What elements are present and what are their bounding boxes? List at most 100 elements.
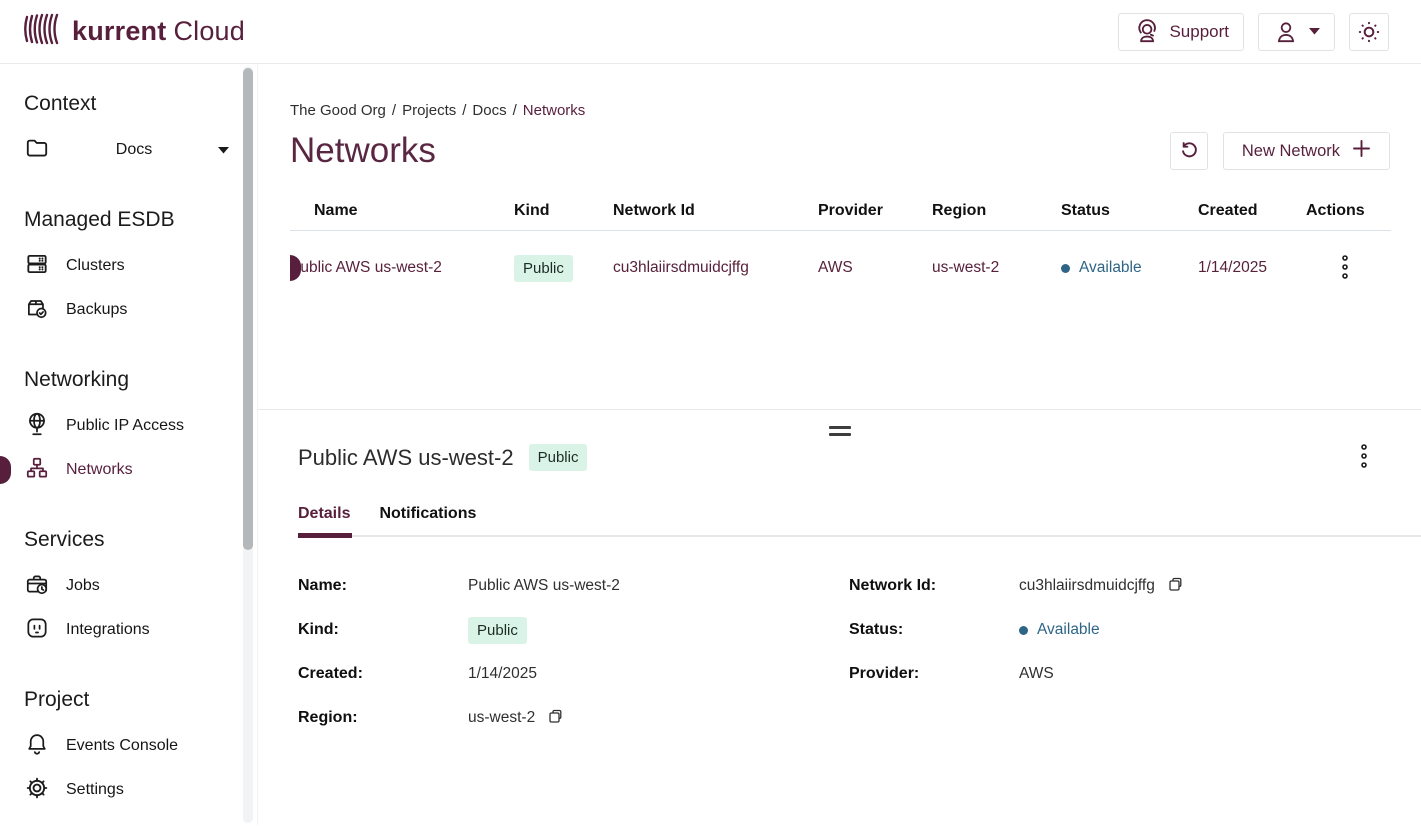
sidebar-item-settings[interactable]: Settings xyxy=(24,768,257,812)
refresh-icon xyxy=(1178,139,1200,164)
sidebar-item-label: Settings xyxy=(66,781,124,799)
context-selected-value: Docs xyxy=(50,141,218,159)
network-detail-panel: Public AWS us-west-2 Public Details Noti… xyxy=(258,410,1421,825)
context-selector[interactable]: Docs xyxy=(24,128,257,172)
copy-network-id-button[interactable] xyxy=(1165,574,1186,598)
user-icon xyxy=(1273,19,1299,45)
chevron-down-icon xyxy=(1309,28,1320,35)
column-header-status: Status xyxy=(1061,202,1198,220)
folder-icon xyxy=(24,135,50,166)
sidebar-item-label: Clusters xyxy=(66,257,125,275)
status-dot-icon xyxy=(1019,626,1028,635)
sidebar-item-label: Public IP Access xyxy=(66,417,184,435)
cell-region: us-west-2 xyxy=(932,259,1061,277)
field-label-kind: Kind: xyxy=(298,615,468,645)
column-header-network-id: Network Id xyxy=(613,202,818,220)
backups-icon xyxy=(24,295,50,326)
breadcrumb-project-link[interactable]: Docs xyxy=(472,102,506,119)
sidebar-item-backups[interactable]: Backups xyxy=(24,288,257,332)
globe-icon xyxy=(24,411,50,442)
logo-stripes-icon xyxy=(24,11,62,52)
panel-resize-handle[interactable] xyxy=(825,422,855,440)
headset-person-icon xyxy=(1133,19,1159,45)
kebab-vertical-icon xyxy=(1340,254,1350,283)
sidebar-item-label: Integrations xyxy=(66,621,150,639)
refresh-button[interactable] xyxy=(1170,132,1208,170)
sidebar-item-label: Jobs xyxy=(66,577,100,595)
sidebar-item-label: Networks xyxy=(66,461,133,479)
detail-tabs: Details Notifications xyxy=(298,505,1421,537)
breadcrumb: The Good Org/Projects/Docs/Networks xyxy=(290,102,1421,119)
status-badge: Available xyxy=(1061,259,1198,277)
support-button[interactable]: Support xyxy=(1118,13,1244,51)
tab-notifications[interactable]: Notifications xyxy=(379,505,476,523)
copy-icon xyxy=(1167,576,1184,596)
field-label-region: Region: xyxy=(298,703,468,733)
active-item-indicator xyxy=(0,456,11,484)
sidebar-item-events-console[interactable]: Events Console xyxy=(24,724,257,768)
column-header-kind: Kind xyxy=(514,202,613,220)
copy-region-button[interactable] xyxy=(545,706,566,730)
breadcrumb-projects-link[interactable]: Projects xyxy=(402,102,456,119)
breadcrumb-separator: / xyxy=(513,102,517,119)
sidebar-heading-context: Context xyxy=(24,92,257,116)
field-value-region: us-west-2 xyxy=(468,703,849,733)
sidebar-heading-services: Services xyxy=(24,528,257,552)
new-network-label: New Network xyxy=(1242,142,1340,161)
field-value-network-id: cu3hlaiirsdmuidcjffg xyxy=(1019,571,1421,601)
logo-wordmark: kurrentCloud xyxy=(72,16,245,47)
detail-fields: Name: Public AWS us-west-2 Network Id: c… xyxy=(298,571,1421,733)
row-actions-kebab-button[interactable] xyxy=(1336,250,1354,287)
breadcrumb-org-link[interactable]: The Good Org xyxy=(290,102,386,119)
page-title: Networks xyxy=(290,131,436,171)
clusters-icon xyxy=(24,251,50,282)
active-tab-indicator xyxy=(298,533,352,538)
gear-icon xyxy=(24,775,50,806)
sidebar-section-services: Services Jobs xyxy=(24,528,257,652)
sidebar-item-jobs[interactable]: Jobs xyxy=(24,564,257,608)
outlet-icon xyxy=(24,615,50,646)
column-header-actions: Actions xyxy=(1306,202,1391,220)
new-network-button[interactable]: New Network xyxy=(1223,132,1390,170)
sidebar-item-networks[interactable]: Networks xyxy=(24,448,257,492)
sidebar-item-clusters[interactable]: Clusters xyxy=(24,244,257,288)
main-content: The Good Org/Projects/Docs/Networks Netw… xyxy=(258,64,1421,825)
sitemap-icon xyxy=(24,455,50,486)
field-status-badge: Available xyxy=(1019,621,1100,639)
networks-list-section: The Good Org/Projects/Docs/Networks Netw… xyxy=(258,64,1421,410)
field-kind-badge: Public xyxy=(468,617,527,644)
briefcase-clock-icon xyxy=(24,571,50,602)
sidebar-section-managed-esdb: Managed ESDB Clusters xyxy=(24,208,257,332)
sidebar-item-integrations[interactable]: Integrations xyxy=(24,608,257,652)
field-label-status: Status: xyxy=(849,615,1019,645)
column-header-provider: Provider xyxy=(818,202,932,220)
field-label-provider: Provider: xyxy=(849,659,1019,689)
sidebar-scrollbar-thumb[interactable] xyxy=(243,68,253,550)
user-menu-button[interactable] xyxy=(1258,13,1335,51)
detail-actions-kebab-button[interactable] xyxy=(1355,439,1373,476)
tab-details[interactable]: Details xyxy=(298,505,350,523)
table-header-row: Name Kind Network Id Provider Region Sta… xyxy=(290,191,1391,231)
theme-toggle-button[interactable] xyxy=(1349,13,1389,51)
cell-provider: AWS xyxy=(818,259,932,277)
breadcrumb-separator: / xyxy=(392,102,396,119)
kind-badge: Public xyxy=(514,255,573,282)
cell-network-id: cu3hlaiirsdmuidcjffg xyxy=(613,259,818,277)
status-dot-icon xyxy=(1061,264,1070,273)
field-label-created: Created: xyxy=(298,659,468,689)
sun-icon xyxy=(1356,19,1382,45)
sidebar-heading-managed-esdb: Managed ESDB xyxy=(24,208,257,232)
cell-created: 1/14/2025 xyxy=(1198,259,1306,277)
sidebar-item-label: Backups xyxy=(66,301,127,319)
detail-title: Public AWS us-west-2 xyxy=(298,445,514,471)
sidebar-heading-networking: Networking xyxy=(24,368,257,392)
field-value-name: Public AWS us-west-2 xyxy=(468,571,849,601)
copy-icon xyxy=(547,708,564,728)
column-header-region: Region xyxy=(932,202,1061,220)
table-row[interactable]: Public AWS us-west-2 Public cu3hlaiirsdm… xyxy=(290,231,1391,305)
sidebar-item-public-ip-access[interactable]: Public IP Access xyxy=(24,404,257,448)
sidebar-section-project: Project Events Console xyxy=(24,688,257,812)
column-header-name: Name xyxy=(290,202,514,220)
breadcrumb-current: Networks xyxy=(523,102,586,119)
column-header-created: Created xyxy=(1198,202,1306,220)
